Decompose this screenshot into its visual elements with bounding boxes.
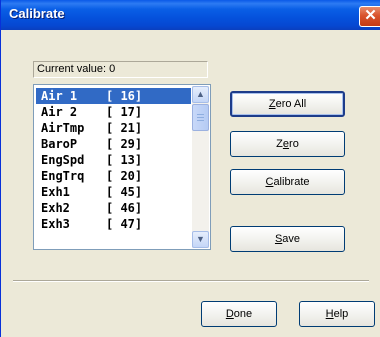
separator-line (13, 280, 369, 282)
current-value-number: 0 (109, 63, 116, 75)
list-item[interactable]: Exh3[ 47] (36, 216, 191, 232)
grip-line (197, 117, 204, 118)
done-button[interactable]: Done (201, 301, 277, 327)
current-value-display: Current value: 0 (33, 61, 208, 78)
zero-all-button[interactable]: Zero All (230, 91, 345, 117)
close-button[interactable]: ✕ (359, 6, 380, 27)
scroll-up-button[interactable]: ▲ (192, 86, 209, 103)
scroll-down-button[interactable]: ▼ (192, 231, 209, 248)
calibrate-dialog: Calibrate ✕ Current value: 0 Air 1[ 16] … (0, 0, 380, 337)
grip-line (197, 120, 204, 121)
list-item[interactable]: Exh1[ 45] (36, 184, 191, 200)
list-scrollbar[interactable]: ▲ ▼ (192, 86, 209, 248)
zero-button[interactable]: Zero (230, 131, 345, 157)
sensor-listbox[interactable]: Air 1[ 16] Air 2[ 17] AirTmp[ 21] BaroP[… (33, 84, 211, 250)
list-item[interactable]: Air 1[ 16] (36, 88, 191, 104)
sensor-list-items: Air 1[ 16] Air 2[ 17] AirTmp[ 21] BaroP[… (36, 88, 191, 232)
help-button[interactable]: Help (299, 301, 375, 327)
calibrate-button[interactable]: Calibrate (230, 169, 345, 195)
list-item[interactable]: BaroP[ 29] (36, 136, 191, 152)
save-button[interactable]: Save (230, 226, 345, 252)
chevron-down-icon: ▼ (196, 234, 205, 244)
window-title: Calibrate (9, 6, 65, 21)
title-bar[interactable]: Calibrate ✕ (1, 0, 380, 30)
list-item[interactable]: Exh2[ 46] (36, 200, 191, 216)
list-item[interactable]: AirTmp[ 21] (36, 120, 191, 136)
grip-line (197, 114, 204, 115)
chevron-up-icon: ▲ (196, 89, 205, 99)
list-item[interactable]: EngTrq[ 20] (36, 168, 191, 184)
current-value-label: Current value: (37, 63, 107, 75)
list-item[interactable]: EngSpd[ 13] (36, 152, 191, 168)
close-icon: ✕ (364, 7, 377, 24)
list-item[interactable]: Air 2[ 17] (36, 104, 191, 120)
scroll-thumb[interactable] (192, 104, 209, 131)
